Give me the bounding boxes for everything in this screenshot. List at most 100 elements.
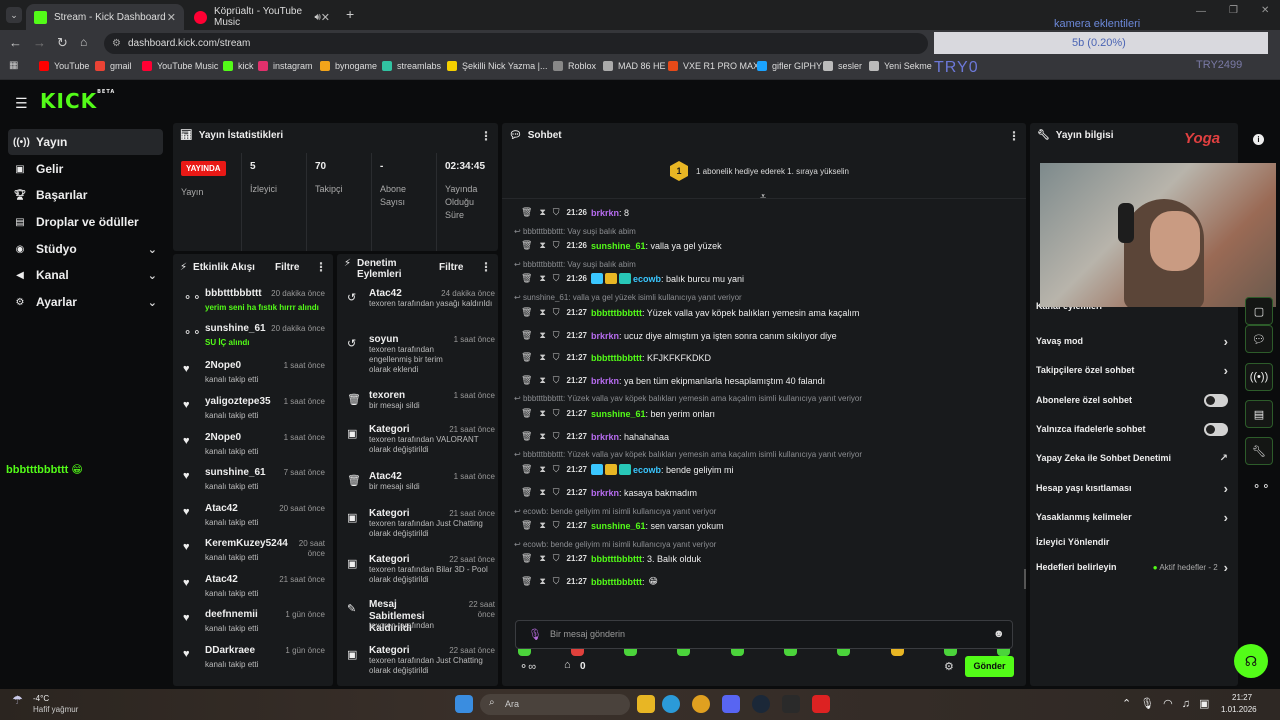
delete-message-icon[interactable]: 🗑︎: [521, 431, 532, 442]
activity-filter-button[interactable]: Filtre: [275, 262, 299, 273]
timeout-icon[interactable]: ⧗: [539, 352, 545, 363]
activity-row[interactable]: ♥ deefnnemii kanalı takip etti 1 gün önce: [181, 608, 325, 642]
weather-icon[interactable]: ☂: [12, 693, 23, 707]
activity-row[interactable]: ♥ Atac42 kanalı takip etti 21 saat önce: [181, 573, 325, 607]
chat-message[interactable]: 🗑︎ ⧗ ⛉ 21:26 sunshine_61: valla ya gel yüzek: [521, 240, 722, 251]
message-username[interactable]: sunshine_61: [591, 409, 646, 419]
message-username[interactable]: bbbtttbbbttt: [591, 554, 642, 564]
close-tab-icon[interactable]: ✕: [167, 11, 176, 24]
activity-row[interactable]: ♥ 2Nope0 kanalı takip etti 1 saat önce: [181, 359, 325, 393]
setting-row[interactable]: Yapay Zeka ile Sohbet Denetimi ↗: [1036, 448, 1228, 468]
activity-row[interactable]: ♥ yaligoztepe35 kanalı takip etti 1 saat ön…: [181, 395, 325, 429]
message-username[interactable]: bbbtttbbbttt: [591, 308, 642, 318]
delete-message-icon[interactable]: 🗑︎: [521, 520, 532, 531]
epic-games-icon[interactable]: [782, 695, 800, 713]
store-icon[interactable]: ⌂: [564, 659, 571, 671]
chat-message[interactable]: 🗑︎ ⧗ ⛉ 21:27 ecowb: bende geliyim mi: [521, 464, 734, 475]
bookmark-item[interactable]: Yeni Sekme: [869, 61, 932, 71]
chrome-icon[interactable]: [692, 695, 710, 713]
new-tab-button[interactable]: +: [346, 6, 354, 22]
setting-row[interactable]: Hedefleri belirleyin ● Aktif hedefler - 2…: [1036, 557, 1228, 577]
setting-row[interactable]: Takipçilere özel sohbet ›: [1036, 360, 1228, 380]
tab-youtube-music[interactable]: Köprüaltı - YouTube Music 🔊︎ ✕: [186, 4, 338, 30]
moderation-row[interactable]: 🗑︎ Atac42 1 saat önce bir mesajı sildi: [345, 470, 495, 510]
ban-icon[interactable]: ⛉: [553, 520, 560, 531]
tray-icons[interactable]: ⌃🎙︎◠♫▣: [1122, 697, 1218, 710]
sidebar-item-studyo[interactable]: ◉ Stüdyo ⌄: [8, 236, 163, 262]
microphone-icon[interactable]: 🎙︎: [528, 628, 542, 641]
window-minimize-icon[interactable]: —: [1196, 6, 1206, 17]
timeout-icon[interactable]: ⧗: [539, 375, 545, 386]
start-icon[interactable]: [455, 695, 473, 713]
message-username[interactable]: bbbtttbbbttt: [591, 353, 642, 363]
chat-message[interactable]: 🗑︎ ⧗ ⛉ 21:27 sunshine_61: ben yerim onları: [521, 408, 715, 419]
bookmark-item[interactable]: Şekilli Nick Yazma |...: [447, 61, 548, 71]
send-button[interactable]: Gönder: [965, 656, 1014, 677]
delete-message-icon[interactable]: 🗑︎: [521, 352, 532, 363]
chat-message[interactable]: 🗑︎ ⧗ ⛉ 21:27 bbbtttbbbttt: 😁: [521, 576, 658, 587]
ban-icon[interactable]: ⛉: [553, 408, 560, 419]
sidebar-item-droplar[interactable]: ▤ Droplar ve ödüller: [8, 209, 163, 235]
help-chat-icon[interactable]: ☊: [1234, 644, 1268, 678]
sidebar-item-gelir[interactable]: ▣ Gelir: [8, 156, 163, 182]
delete-message-icon[interactable]: 🗑︎: [521, 576, 532, 587]
delete-message-icon[interactable]: 🗑︎: [521, 375, 532, 386]
setting-row[interactable]: Abonelere özel sohbet: [1036, 390, 1228, 410]
activity-row[interactable]: ♥ Atac42 kanalı takip etti 20 saat önce: [181, 502, 325, 536]
bookmark-item[interactable]: MAD 86 HE: [603, 61, 666, 71]
ban-icon[interactable]: ⛉: [553, 375, 560, 386]
message-username[interactable]: brkrkn: [591, 208, 619, 218]
moderation-row[interactable]: ✎ Mesaj Sabitlemesi Kaldırıldı 22 saat önc…: [345, 598, 495, 638]
channel-points-icon[interactable]: ⚬∞: [519, 660, 536, 673]
delete-message-icon[interactable]: 🗑︎: [521, 273, 532, 284]
moderation-filter-button[interactable]: Filtre: [439, 262, 463, 273]
delete-message-icon[interactable]: 🗑︎: [521, 307, 532, 318]
bookmark-item[interactable]: sesler: [823, 61, 862, 71]
setting-row[interactable]: Yavaş mod ›: [1036, 331, 1228, 351]
timeout-icon[interactable]: ⧗: [539, 240, 545, 251]
site-info-icon[interactable]: ⚙: [112, 33, 121, 54]
timeout-icon[interactable]: ⧗: [539, 307, 545, 318]
forward-icon[interactable]: →: [33, 35, 46, 50]
timeout-icon[interactable]: ⧗: [539, 408, 545, 419]
bookmark-item[interactable]: kick: [223, 61, 254, 71]
reload-icon[interactable]: ↻: [57, 35, 68, 51]
message-username[interactable]: brkrkn: [591, 331, 619, 341]
ban-icon[interactable]: ⛉: [553, 207, 560, 218]
bookmark-item[interactable]: instagram: [258, 61, 313, 71]
chat-message[interactable]: 🗑︎ ⧗ ⛉ 21:27 bbbtttbbbttt: KFJKFKFKDKD: [521, 352, 711, 363]
ban-icon[interactable]: ⛉: [553, 240, 560, 251]
home-icon[interactable]: ⌂: [80, 35, 87, 49]
chat-settings-icon[interactable]: ⚙: [944, 660, 954, 673]
message-username[interactable]: brkrkn: [591, 488, 619, 498]
window-close-icon[interactable]: ✕: [1261, 5, 1269, 16]
activity-row[interactable]: ♥ DDarkraee kanalı takip etti 1 gün önce: [181, 644, 325, 678]
delete-message-icon[interactable]: 🗑︎: [521, 553, 532, 564]
setting-row[interactable]: İzleyici Yönlendir: [1036, 532, 1228, 552]
bookmark-item[interactable]: bynogame: [320, 61, 377, 71]
message-username[interactable]: ecowb: [633, 465, 661, 475]
moderation-row[interactable]: ↺ Atac42 24 dakika önce texoren tarafından …: [345, 287, 495, 327]
delete-message-icon[interactable]: 🗑︎: [521, 240, 532, 251]
kick-logo[interactable]: KICKBETA: [40, 89, 115, 113]
ban-icon[interactable]: ⛉: [553, 553, 560, 564]
sidebar-item-ayarlar[interactable]: ⚙ Ayarlar ⌄: [8, 289, 163, 315]
chat-message[interactable]: 🗑︎ ⧗ ⛉ 21:27 sunshine_61: sen varsan yokum: [521, 520, 724, 531]
sidebar-item-kanal[interactable]: ◀ Kanal ⌄: [8, 262, 163, 288]
edge-icon[interactable]: [662, 695, 680, 713]
sidebar-item-basarilar[interactable]: 🏆︎ Başarılar: [8, 182, 163, 208]
moderation-menu-icon[interactable]: ⋮: [480, 260, 492, 274]
toggle-switch[interactable]: [1204, 422, 1228, 436]
chat-message[interactable]: 🗑︎ ⧗ ⛉ 21:27 brkrkn: kasaya bakmadım: [521, 487, 697, 498]
chat-message[interactable]: 🗑︎ ⧗ ⛉ 21:26 ecowb: balık burcu mu yani: [521, 273, 744, 284]
timeout-icon[interactable]: ⧗: [539, 273, 545, 284]
timeout-icon[interactable]: ⧗: [539, 553, 545, 564]
chat-menu-icon[interactable]: ⋮: [1008, 129, 1020, 143]
delete-message-icon[interactable]: 🗑︎: [521, 487, 532, 498]
tab-kick-dashboard[interactable]: Stream - Kick Dashboard ✕: [26, 4, 184, 30]
chat-scrollbar[interactable]: [1024, 569, 1026, 589]
bookmark-item[interactable]: streamlabs: [382, 61, 441, 71]
emoji-picker-icon[interactable]: ☻: [993, 628, 1005, 640]
rail-camera-icon[interactable]: ▤: [1245, 400, 1273, 428]
message-username[interactable]: sunshine_61: [591, 521, 646, 531]
